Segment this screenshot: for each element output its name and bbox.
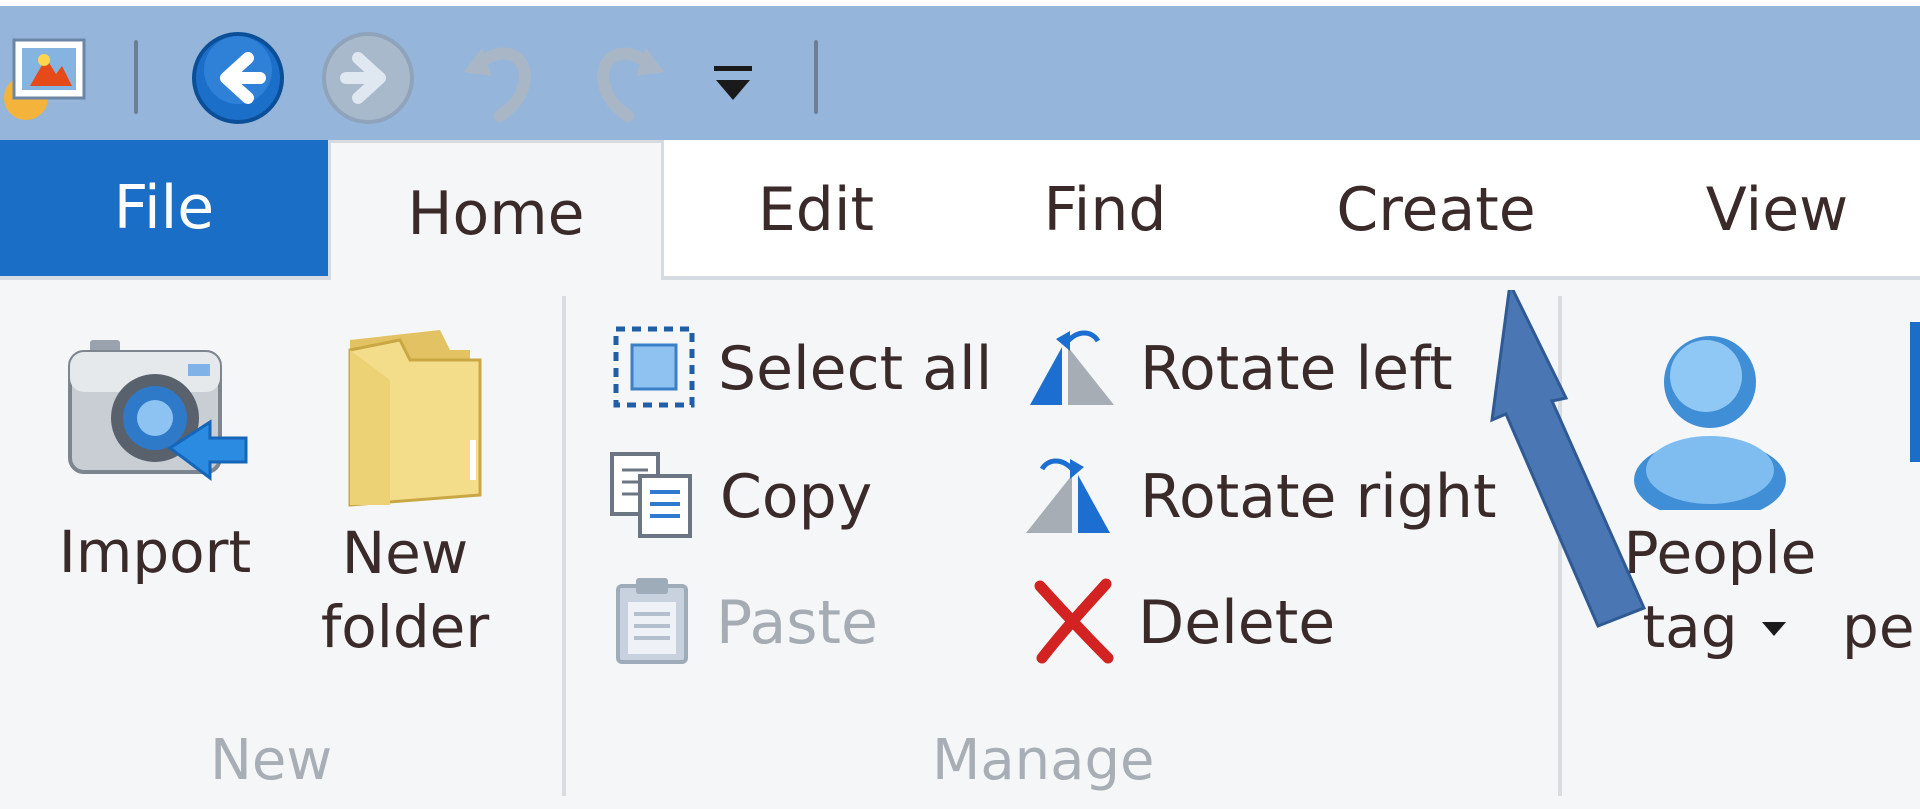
import-label: Import	[58, 518, 252, 586]
folder-icon	[320, 320, 500, 510]
select-all-label: Select all	[718, 334, 993, 404]
paste-label: Paste	[716, 588, 878, 658]
camera-import-icon	[60, 330, 250, 500]
undo-icon[interactable]	[458, 36, 544, 122]
next-tool-icon-partial	[1910, 322, 1920, 462]
group-separator	[562, 296, 566, 796]
new-folder-label-line2: folder	[320, 593, 490, 661]
rotate-right-label: Rotate right	[1140, 462, 1497, 532]
new-folder-button[interactable]: New folder	[290, 320, 520, 710]
customize-dropdown-icon[interactable]	[712, 62, 754, 112]
tab-home[interactable]: Home	[328, 140, 664, 284]
quick-access-toolbar	[0, 0, 1920, 140]
tab-file[interactable]: File	[0, 140, 328, 276]
photo-gallery-icon[interactable]	[0, 26, 100, 126]
chevron-down-icon	[1760, 620, 1788, 638]
next-tool-label-partial: pe	[1842, 593, 1915, 661]
delete-label: Delete	[1138, 588, 1336, 658]
tab-find[interactable]: Find	[1010, 140, 1200, 280]
delete-icon	[1030, 578, 1116, 668]
tab-view[interactable]: View	[1672, 140, 1882, 280]
delete-button[interactable]: Delete	[1030, 578, 1335, 668]
group-name-new: New	[210, 728, 333, 793]
paste-icon	[614, 576, 694, 670]
select-all-icon	[612, 325, 696, 413]
group-name-manage: Manage	[932, 728, 1155, 793]
annotation-arrow	[1460, 278, 1660, 630]
rotate-right-icon	[1022, 453, 1118, 541]
copy-icon	[608, 450, 698, 544]
copy-button[interactable]: Copy	[608, 452, 872, 542]
tab-edit[interactable]: Edit	[716, 140, 916, 280]
redo-icon[interactable]	[584, 36, 670, 122]
forward-arrow-icon[interactable]	[320, 30, 416, 126]
tab-create[interactable]: Create	[1316, 140, 1556, 280]
paste-button[interactable]: Paste	[614, 578, 878, 668]
import-button[interactable]: Import	[40, 330, 270, 630]
rotate-left-button[interactable]: Rotate left	[1022, 324, 1453, 414]
toolbar-separator	[134, 40, 138, 114]
rotate-right-button[interactable]: Rotate right	[1022, 452, 1496, 542]
rotate-left-icon	[1022, 325, 1118, 413]
select-all-button[interactable]: Select all	[612, 324, 992, 414]
ribbon-tab-strip: File Home Edit Find Create View	[0, 140, 1920, 284]
toolbar-separator	[814, 40, 818, 114]
rotate-left-label: Rotate left	[1140, 334, 1453, 404]
copy-label: Copy	[720, 462, 873, 532]
new-folder-label-line1: New	[341, 519, 469, 587]
back-arrow-icon[interactable]	[190, 30, 286, 126]
